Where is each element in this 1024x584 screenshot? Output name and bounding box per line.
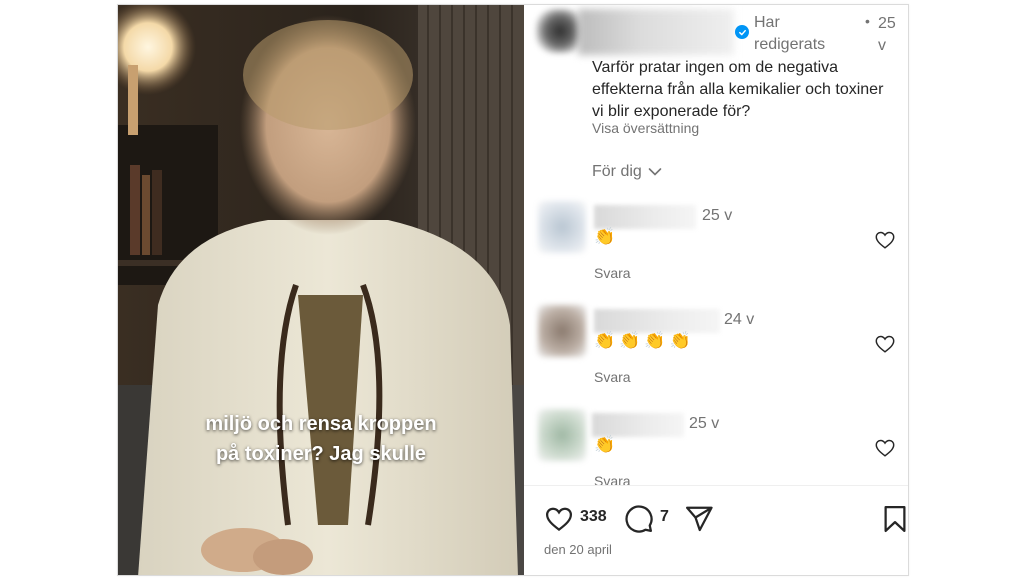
like-comment-heart-icon[interactable] bbox=[874, 333, 896, 355]
comments-panel: Har redigerats • 25 v Varför pratar inge… bbox=[524, 5, 908, 575]
verified-badge-icon bbox=[735, 25, 749, 39]
like-button[interactable] bbox=[544, 504, 574, 534]
reply-button[interactable]: Svara bbox=[594, 369, 631, 385]
comment-bubble-icon bbox=[625, 505, 653, 533]
reply-button[interactable]: Svara bbox=[594, 265, 631, 281]
commenter-name[interactable] bbox=[592, 413, 684, 437]
post-time[interactable]: 25 v bbox=[878, 13, 908, 57]
post-date[interactable]: den 20 april bbox=[544, 542, 612, 557]
video-caption-line: miljö och rensa kroppen bbox=[205, 413, 437, 435]
author-name[interactable] bbox=[578, 9, 734, 55]
reply-button[interactable]: Svara bbox=[594, 473, 631, 485]
save-button[interactable] bbox=[880, 504, 908, 534]
comment-text: 👏👏👏👏 bbox=[594, 331, 695, 350]
send-icon bbox=[686, 506, 713, 532]
heart-icon bbox=[545, 507, 573, 532]
see-translation-link[interactable]: Visa översättning bbox=[592, 120, 699, 136]
video-frame bbox=[118, 5, 524, 575]
comment-count[interactable]: 7 bbox=[660, 508, 669, 526]
comment-time[interactable]: 25 v bbox=[702, 207, 732, 225]
share-button[interactable] bbox=[684, 504, 714, 534]
like-comment-heart-icon[interactable] bbox=[874, 229, 896, 251]
comments-scroll-area[interactable]: Har redigerats • 25 v Varför pratar inge… bbox=[524, 5, 908, 485]
separator-dot: • bbox=[865, 13, 870, 29]
comment-sort-dropdown[interactable]: För dig bbox=[592, 163, 662, 181]
post-caption-text: Varför pratar ingen om de negativa effek… bbox=[592, 59, 884, 120]
comment-text: 👏 bbox=[594, 435, 620, 454]
post-container: miljö och rensa kroppen på toxiner? Jag … bbox=[117, 4, 909, 576]
comment-text: 👏 bbox=[594, 227, 620, 246]
video-caption-line: på toxiner? Jag skulle bbox=[215, 443, 427, 465]
chevron-down-icon bbox=[648, 168, 662, 176]
commenter-name[interactable] bbox=[594, 309, 720, 333]
comment-item: 25 v 👏 Svara bbox=[524, 409, 908, 485]
comment-sort-label: För dig bbox=[592, 163, 642, 180]
comment-button[interactable] bbox=[624, 504, 654, 534]
like-comment-heart-icon[interactable] bbox=[874, 437, 896, 459]
comment-item: 25 v 👏 Svara bbox=[524, 201, 908, 301]
commenter-avatar[interactable] bbox=[538, 409, 586, 461]
edited-label: Har redigerats bbox=[754, 14, 826, 53]
comment-item: 24 v 👏👏👏👏 Svara bbox=[524, 305, 908, 405]
comment-time[interactable]: 25 v bbox=[689, 415, 719, 433]
post-actions-bar: 338 7 den 20 april bbox=[524, 485, 908, 575]
commenter-name[interactable] bbox=[594, 205, 696, 229]
bookmark-icon bbox=[884, 506, 906, 532]
author-avatar[interactable] bbox=[536, 9, 584, 53]
commenter-avatar[interactable] bbox=[538, 305, 586, 357]
like-count[interactable]: 338 bbox=[580, 508, 607, 526]
comment-time[interactable]: 24 v bbox=[724, 311, 754, 329]
commenter-avatar[interactable] bbox=[538, 201, 586, 253]
video-caption: miljö och rensa kroppen på toxiner? Jag … bbox=[118, 409, 524, 469]
post-video[interactable]: miljö och rensa kroppen på toxiner? Jag … bbox=[118, 5, 524, 575]
